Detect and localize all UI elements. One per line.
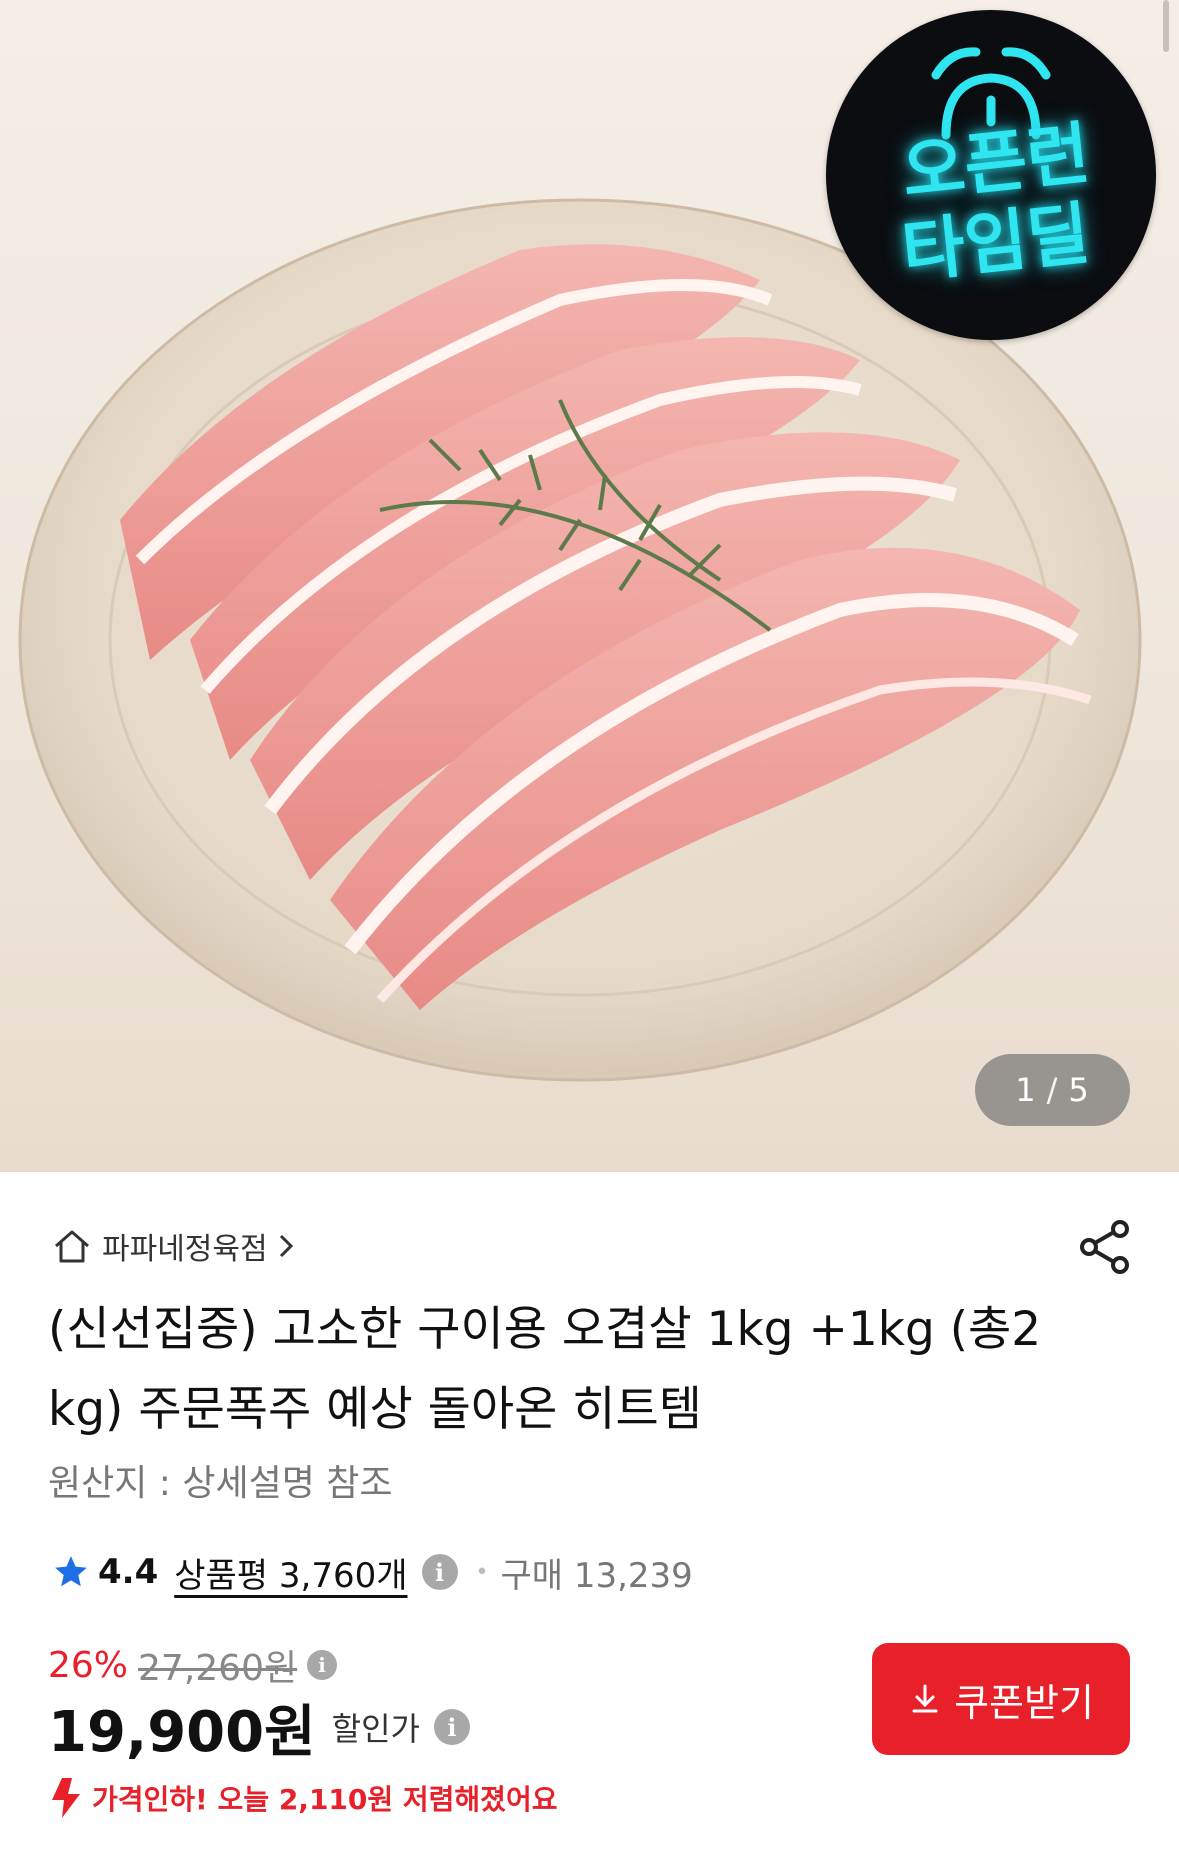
store-name: 파파네정육점	[102, 1232, 268, 1267]
separator-dot: •	[475, 1559, 489, 1585]
info-icon[interactable]: i	[433, 1709, 470, 1745]
share-icon	[1080, 1220, 1129, 1274]
image-counter-current: 1	[1015, 1071, 1037, 1109]
coupon-button[interactable]: 쿠폰받기	[872, 1643, 1130, 1755]
price-drop-notice: 가격인하! 오늘 2,110원 저렴해졌어요	[48, 1776, 557, 1820]
timedeal-badge: 오픈런 타임딜	[826, 10, 1156, 340]
share-button[interactable]	[1076, 1218, 1134, 1276]
image-counter: 1 / 5	[975, 1054, 1130, 1126]
sale-price-label: 할인가	[331, 1710, 420, 1748]
price-drop-arrow-icon	[52, 1778, 80, 1818]
discount-percent: 26%	[48, 1644, 129, 1686]
download-icon	[912, 1684, 938, 1713]
store-link[interactable]: 파파네정육점	[52, 1224, 294, 1268]
sale-price: 19,900원	[48, 1699, 316, 1765]
star-icon	[55, 1556, 87, 1587]
scrollbar-thumb[interactable]	[1163, 0, 1169, 52]
info-icon[interactable]: i	[307, 1650, 338, 1680]
price-drop-text: 가격인하! 오늘 2,110원 저렴해졌어요	[92, 1783, 558, 1816]
product-image-gallery[interactable]: 오픈런 타임딜 1 / 5	[0, 0, 1179, 1172]
image-counter-separator: /	[1046, 1071, 1059, 1109]
product-title: (신선집중) 고소한 구이용 오겹살 1kg +1kg (총2kg) 주문폭주 …	[48, 1302, 1042, 1437]
purchase-count: 구매 13,239	[500, 1555, 693, 1596]
badge-line-2: 타임딜	[898, 194, 1094, 293]
reviews-link[interactable]: 상품평 3,760개	[174, 1548, 407, 1597]
image-counter-total: 5	[1068, 1071, 1090, 1109]
rating-row: 4.4 상품평 3,760개 i • 구매 13,239	[52, 1546, 693, 1598]
info-icon[interactable]: i	[421, 1554, 458, 1590]
discount-row: 26% 27,260원 i	[48, 1640, 338, 1690]
badge-line-1: 오픈런	[898, 114, 1094, 213]
chevron-right-icon	[279, 1234, 293, 1258]
home-icon	[55, 1230, 89, 1263]
coupon-button-label: 쿠폰받기	[954, 1682, 1094, 1725]
original-price: 27,260원	[138, 1648, 298, 1689]
rating-score: 4.4	[98, 1552, 159, 1592]
price-row: 19,900원 할인가 i	[48, 1692, 470, 1765]
origin-info: 원산지 : 상세설명 참조	[48, 1463, 393, 1504]
